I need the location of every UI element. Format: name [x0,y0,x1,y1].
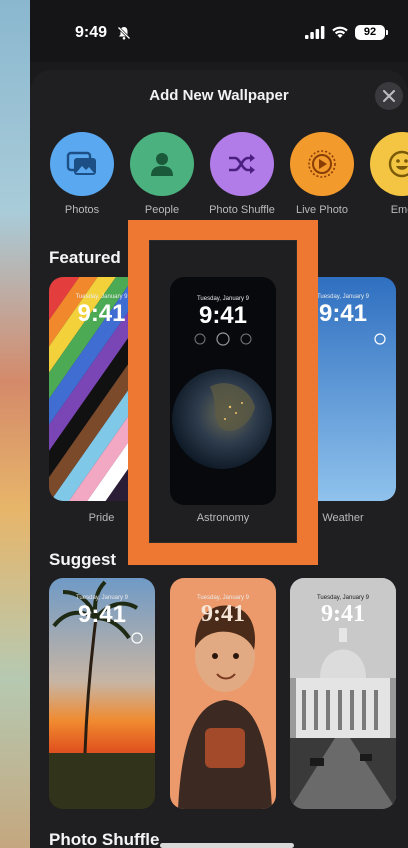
suggested-section-title: Suggest [49,550,117,569]
wifi-icon [332,26,348,38]
emoji-category-circle [370,132,408,196]
card-time: 9:41 [321,601,365,627]
category-live-photo[interactable]: Live Photo [283,132,361,216]
status-time: 9:49 [75,24,108,41]
suggested-card-basilica[interactable]: Tuesday, January 9 9:41 [290,578,396,809]
background-photo [0,0,30,848]
live-photo-icon [308,150,336,178]
photos-icon [66,151,96,175]
emoji-icon [388,150,408,178]
card-label-astronomy: Astronomy [196,512,250,524]
suggested-card-palm-sunset[interactable]: Tuesday, January 9 9:41 [49,578,155,809]
card-time: 9:41 [201,601,245,627]
category-label: Photo Shuffle [209,204,275,216]
category-label: Emo [390,204,408,216]
suggested-card-child-portrait[interactable]: Tuesday, January 9 9:41 [170,578,276,809]
category-emoji[interactable]: Emo [363,132,408,216]
card-time: 9:41 [77,601,127,628]
category-people[interactable]: People [123,132,201,216]
home-indicator[interactable] [160,843,294,848]
person-icon [151,153,173,176]
shuffle-icon [229,154,255,174]
battery-indicator: 92 [355,25,388,40]
photo-shuffle-section-title: Photo Shuffle [49,830,160,848]
photos-category-circle [50,132,114,196]
photo-shuffle-category-circle [210,132,274,196]
category-label: Photos [64,204,100,216]
sheet-title: Add New Wallpaper [149,87,289,104]
cellular-signal-icon [305,26,325,39]
category-photo-shuffle[interactable]: Photo Shuffle [203,132,281,216]
card-time: 9:41 [198,302,248,329]
category-label: Live Photo [296,204,348,216]
live-photo-category-circle [290,132,354,196]
bell-off-icon [117,26,131,40]
featured-section-title: Featured [49,248,121,267]
people-category-circle [130,132,194,196]
wallpaper-card-astronomy[interactable]: Tuesday, January 9 9:41 [170,277,276,505]
category-label: People [144,204,180,216]
category-photos[interactable]: Photos [43,132,121,216]
close-button[interactable] [375,82,403,110]
close-icon [383,90,395,102]
